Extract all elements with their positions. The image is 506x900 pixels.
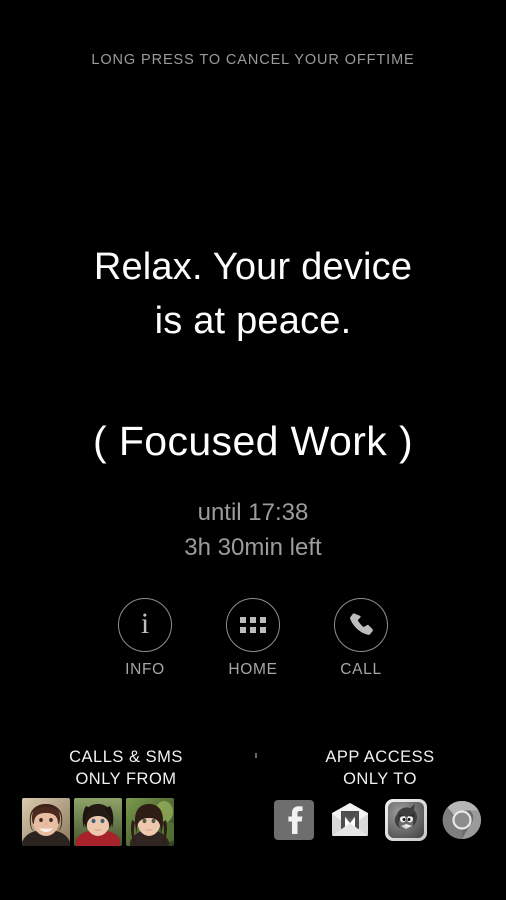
gmail-icon[interactable] <box>328 798 372 842</box>
footer: CALLS & SMS ONLY FROM APP ACCESS ONLY TO <box>0 740 506 900</box>
call-button[interactable]: CALL <box>321 598 402 679</box>
time-remaining: 3h 30min left <box>184 534 322 561</box>
until-time: until 17:38 <box>197 499 309 526</box>
apps-section: APP ACCESS ONLY TO <box>276 746 484 790</box>
contact-avatar-row <box>22 798 174 846</box>
long-press-hint: LONG PRESS TO CANCEL YOUR OFFTIME <box>91 52 415 68</box>
call-button-circle <box>334 598 388 652</box>
info-button[interactable]: i INFO <box>105 598 186 679</box>
offtime-lock-screen[interactable]: LONG PRESS TO CANCEL YOUR OFFTIME Relax.… <box>0 0 506 900</box>
phone-icon <box>347 611 375 639</box>
chrome-icon[interactable] <box>440 798 484 842</box>
timing-block: until 17:38 3h 30min left <box>0 495 506 565</box>
home-grid-icon <box>240 617 266 633</box>
contacts-section: CALLS & SMS ONLY FROM <box>22 746 230 790</box>
home-button-circle <box>226 598 280 652</box>
headline-message: Relax. Your device is at peace. <box>0 240 506 348</box>
headline-line-2: is at peace. <box>154 300 352 342</box>
call-button-label: CALL <box>340 661 382 678</box>
headline-line-1: Relax. Your device <box>93 246 413 288</box>
home-button[interactable]: HOME <box>213 598 294 679</box>
contact-avatar-1[interactable] <box>22 798 70 846</box>
allowed-apps-row <box>272 798 484 842</box>
info-button-label: INFO <box>125 661 165 678</box>
contacts-section-title: CALLS & SMS ONLY FROM <box>22 746 230 790</box>
angry-birds-icon[interactable] <box>384 798 428 842</box>
contact-avatar-3[interactable] <box>126 798 174 846</box>
contact-avatar-2[interactable] <box>74 798 122 846</box>
contacts-title-line-1: CALLS & SMS <box>69 748 183 766</box>
contacts-title-line-2: ONLY FROM <box>75 770 177 788</box>
home-button-label: HOME <box>228 661 278 678</box>
apps-title-line-1: APP ACCESS <box>325 748 435 766</box>
apps-title-line-2: ONLY TO <box>343 770 417 788</box>
info-icon: i <box>140 607 150 640</box>
apps-section-title: APP ACCESS ONLY TO <box>276 746 484 790</box>
profile-name: ( Focused Work ) <box>92 418 414 464</box>
info-button-circle: i <box>118 598 172 652</box>
action-button-row: i INFO HOME CALL <box>0 598 506 679</box>
facebook-icon[interactable] <box>272 798 316 842</box>
footer-divider <box>255 753 257 758</box>
